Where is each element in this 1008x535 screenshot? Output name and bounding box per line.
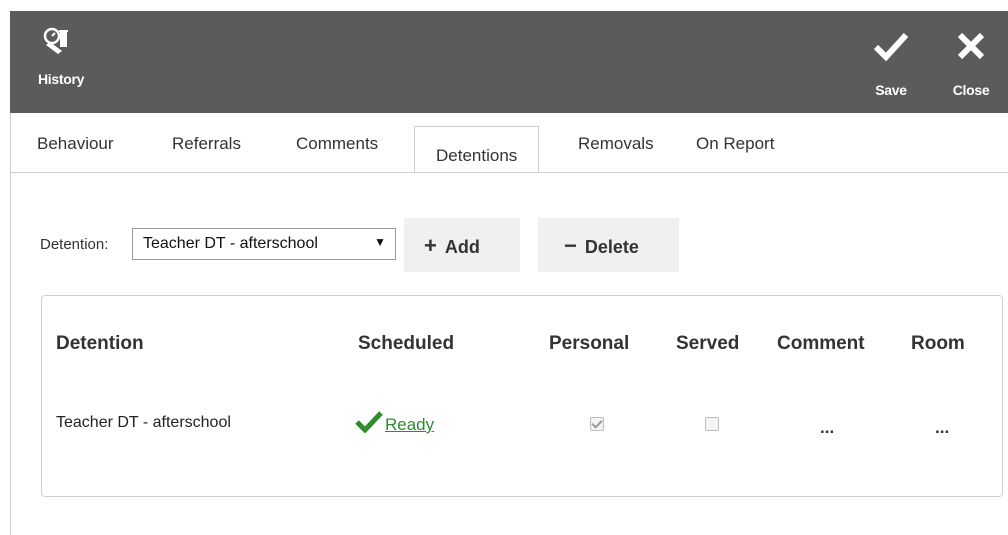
close-icon [957, 32, 985, 60]
row-detention-name: Teacher DT - afterschool [56, 414, 231, 431]
history-icon [43, 27, 68, 54]
detention-filter-label: Detention: [40, 236, 109, 253]
detention-select[interactable]: Teacher DT - afterschool ▼ [132, 228, 396, 260]
ready-check-icon [355, 411, 383, 433]
history-button[interactable]: History [38, 27, 98, 87]
header-personal: Personal [549, 333, 630, 354]
served-checkbox[interactable] [705, 417, 719, 431]
delete-label: Delete [584, 237, 639, 257]
header-comment: Comment [777, 333, 865, 354]
save-label: Save [875, 82, 907, 98]
close-label: Close [952, 82, 990, 98]
history-label: History [38, 71, 85, 87]
ready-link[interactable]: Ready [385, 415, 434, 434]
tab-removals[interactable]: Removals [578, 134, 654, 154]
detentions-table-panel [41, 295, 1003, 497]
tab-referrals[interactable]: Referrals [172, 134, 241, 154]
tab-on-report[interactable]: On Report [696, 134, 774, 154]
comment-more-button[interactable]: ... [820, 418, 834, 438]
plus-icon: + [424, 233, 437, 258]
delete-button[interactable]: − Delete [538, 218, 679, 272]
personal-checkbox[interactable] [590, 417, 604, 431]
checkmark-icon [873, 32, 909, 62]
detention-select-value: Teacher DT - afterschool [143, 235, 318, 252]
close-button[interactable]: Close [944, 31, 998, 98]
header-scheduled: Scheduled [358, 333, 455, 354]
save-button[interactable]: Save [870, 31, 912, 98]
tab-divider [11, 172, 1008, 173]
add-label: Add [444, 237, 480, 257]
row-scheduled-cell: Ready [355, 411, 434, 435]
minus-icon: − [564, 233, 577, 258]
dropdown-arrow-icon: ▼ [374, 235, 386, 249]
tab-detentions[interactable]: Detentions [414, 126, 540, 173]
tab-behaviour[interactable]: Behaviour [37, 134, 114, 154]
header-served: Served [676, 333, 740, 354]
header-detention: Detention [56, 333, 144, 354]
toolbar: History Save Close [10, 11, 1008, 113]
left-border [10, 113, 11, 535]
add-button[interactable]: + Add [404, 218, 520, 272]
header-room: Room [911, 333, 965, 354]
room-more-button[interactable]: ... [935, 418, 949, 438]
tab-comments[interactable]: Comments [296, 134, 378, 154]
tab-bar: Behaviour Referrals Comments Detentions … [11, 126, 1008, 173]
